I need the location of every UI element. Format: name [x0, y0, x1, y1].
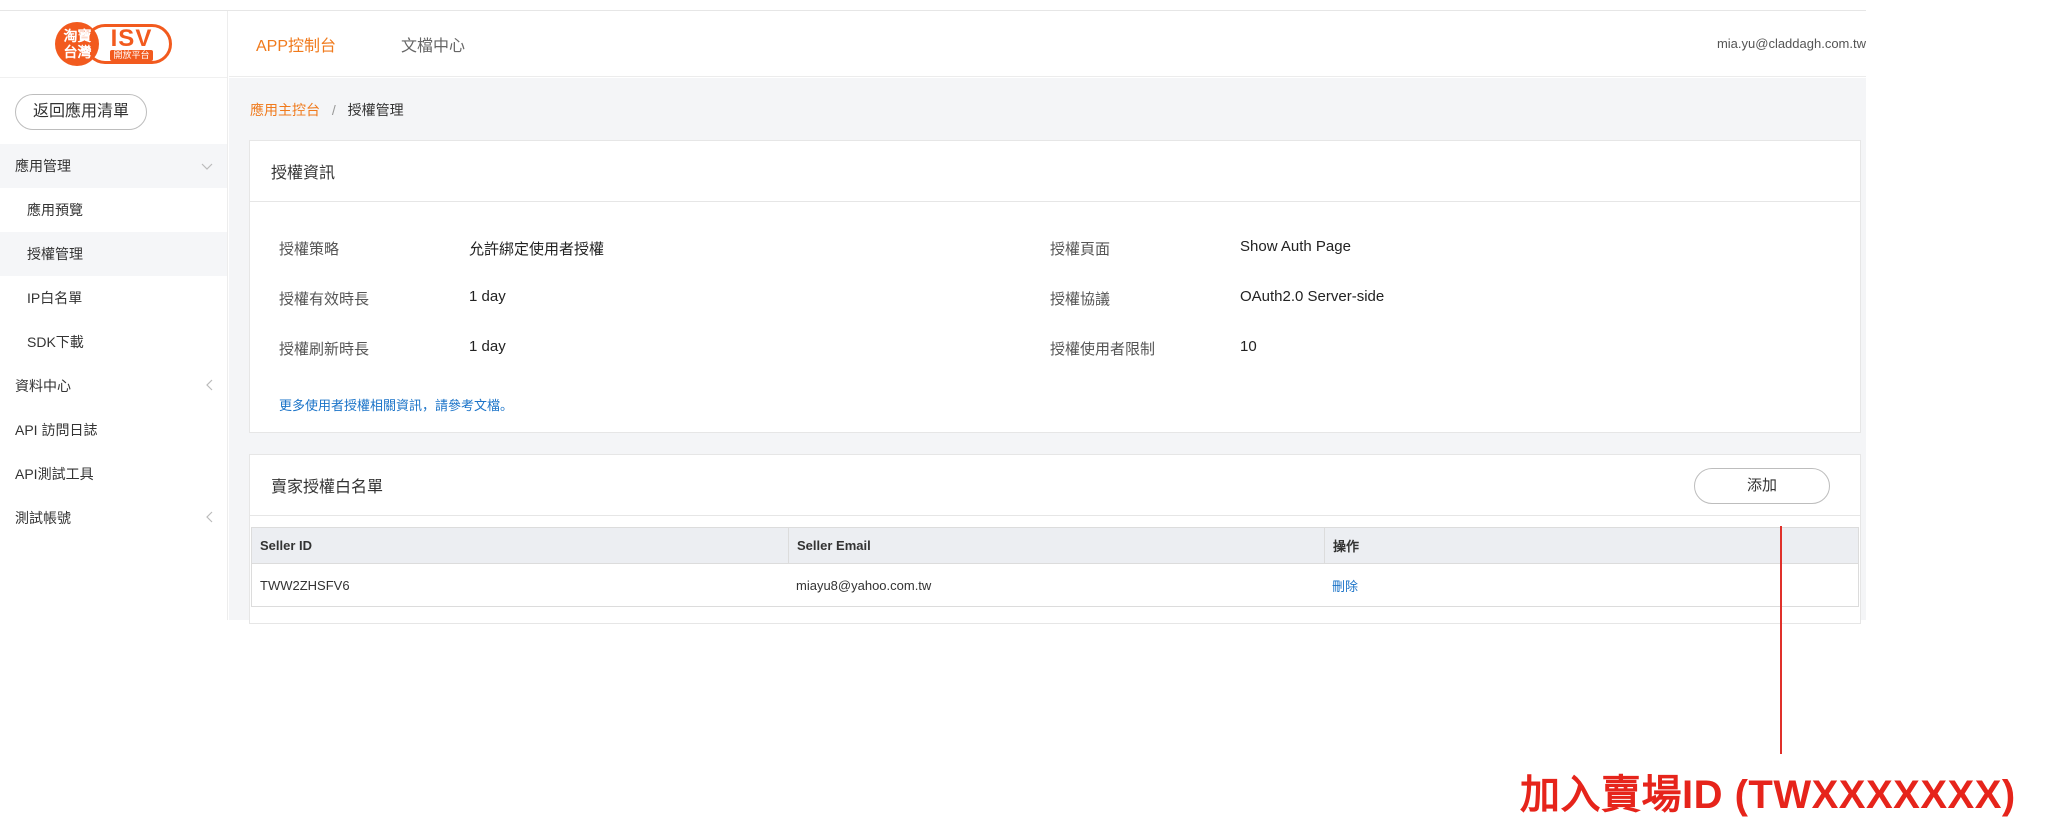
sidebar-item-api-logs[interactable]: API 訪問日誌	[0, 408, 227, 452]
auth-strategy-value: 允許綁定使用者授權	[469, 241, 605, 258]
annotation-line	[1780, 526, 1782, 754]
sidebar-item-api-test-tool[interactable]: API測試工具	[0, 452, 227, 496]
sidebar-item-ip-whitelist[interactable]: IP白名單	[0, 276, 227, 320]
auth-user-limit-label: 授權使用者限制	[1050, 341, 1156, 358]
sidebar-item-label: API測試工具	[15, 466, 94, 482]
auth-protocol-value: OAuth2.0 Server-side	[1240, 288, 1385, 305]
table-header-row: Seller ID Seller Email 操作	[251, 527, 1859, 564]
auth-strategy-label: 授權策略	[279, 241, 340, 258]
seller-id-cell: TWW2ZHSFV6	[260, 577, 350, 593]
sidebar-item-label: 資料中心	[15, 378, 71, 394]
add-seller-button[interactable]: 添加	[1694, 468, 1830, 504]
logo-brand: ISV	[110, 24, 153, 52]
card-title: 賣家授權白名單 添加	[250, 455, 1860, 516]
user-email[interactable]: mia.yu@claddagh.com.tw	[1717, 36, 1866, 51]
logo-subtitle: 開放平台	[110, 49, 153, 61]
sidebar-item-sdk-download[interactable]: SDK下載	[0, 320, 227, 364]
auth-refresh-label: 授權刷新時長	[279, 341, 370, 358]
actions-cell: 刪除	[1324, 564, 1858, 606]
sidebar-item-app-management[interactable]: 應用管理	[0, 144, 227, 188]
annotation-text: 加入賣場ID (TWXXXXXXX)	[1520, 773, 2016, 817]
column-header-seller-id[interactable]: Seller ID	[252, 528, 788, 563]
sidebar: 淘寶 台灣 ISV 開放平台 返回應用清單 應用管理 應用預覽 授權管理 IP白…	[0, 11, 228, 620]
auth-refresh-value: 1 day	[469, 338, 506, 355]
chevron-left-icon	[205, 378, 213, 394]
auth-user-limit-value: 10	[1240, 338, 1257, 355]
whitelist-table: Seller ID Seller Email 操作 TWW2ZHSFV6 mia…	[251, 527, 1859, 607]
sidebar-item-label: 應用預覽	[27, 202, 83, 218]
auth-page-value: Show Auth Page	[1240, 238, 1351, 255]
tab-app-console[interactable]: APP控制台	[256, 32, 336, 56]
main-content: 應用主控台 / 授權管理 授權資訊 授權策略 允許綁定使用者授權 授權有效時長 …	[229, 78, 1866, 624]
sidebar-item-label: 應用管理	[15, 158, 71, 174]
taobao-isv-logo[interactable]: 淘寶 台灣 ISV 開放平台	[55, 22, 172, 66]
top-nav: APP控制台 文檔中心 mia.yu@claddagh.com.tw	[229, 11, 1866, 77]
auth-page-label: 授權頁面	[1050, 241, 1111, 258]
auth-docs-link[interactable]: 更多使用者授權相關資訊，請參考文檔。	[279, 395, 513, 414]
auth-protocol-label: 授權協議	[1050, 291, 1111, 308]
sidebar-item-test-accounts[interactable]: 測試帳號	[0, 496, 227, 540]
sidebar-item-label: 測試帳號	[15, 510, 71, 526]
logo-area: 淘寶 台灣 ISV 開放平台	[0, 11, 227, 78]
logo-text-top: 淘寶	[63, 28, 92, 44]
sidebar-item-data-center[interactable]: 資料中心	[0, 364, 227, 408]
chevron-down-icon	[201, 158, 213, 174]
breadcrumb-current: 授權管理	[347, 102, 404, 118]
sidebar-item-label: API 訪問日誌	[15, 422, 98, 438]
delete-link[interactable]: 刪除	[1332, 576, 1358, 595]
column-header-actions: 操作	[1324, 528, 1858, 563]
sidebar-item-label: 授權管理	[27, 246, 83, 262]
auth-validity-value: 1 day	[469, 288, 506, 305]
breadcrumb: 應用主控台 / 授權管理	[250, 100, 404, 120]
tab-docs-center[interactable]: 文檔中心	[401, 32, 465, 56]
back-to-app-list-button[interactable]: 返回應用清單	[15, 94, 147, 130]
sidebar-item-auth-management[interactable]: 授權管理	[0, 232, 227, 276]
sidebar-item-label: SDK下載	[27, 334, 84, 350]
auth-validity-label: 授權有效時長	[279, 291, 370, 308]
seller-whitelist-card: 賣家授權白名單 添加 Seller ID Seller Email 操作 TWW…	[249, 454, 1861, 624]
chevron-left-icon	[205, 510, 213, 526]
seller-email-cell: miayu8@yahoo.com.tw	[796, 577, 932, 593]
sidebar-menu: 應用管理 應用預覽 授權管理 IP白名單 SDK下載 資料中心 API 訪問日誌…	[0, 144, 227, 540]
column-header-seller-email[interactable]: Seller Email	[788, 528, 1324, 563]
card-title: 授權資訊	[250, 141, 1860, 202]
table-row: TWW2ZHSFV6 miayu8@yahoo.com.tw 刪除	[251, 564, 1859, 607]
sidebar-item-label: IP白名單	[27, 290, 83, 306]
logo-text-bottom: 台灣	[63, 44, 92, 60]
sidebar-item-app-preview[interactable]: 應用預覽	[0, 188, 227, 232]
auth-info-card: 授權資訊 授權策略 允許綁定使用者授權 授權有效時長 1 day 授權刷新時長 …	[249, 140, 1861, 433]
breadcrumb-separator: /	[331, 102, 336, 118]
breadcrumb-root-link[interactable]: 應用主控台	[250, 102, 320, 118]
whitelist-title: 賣家授權白名單	[271, 479, 384, 496]
